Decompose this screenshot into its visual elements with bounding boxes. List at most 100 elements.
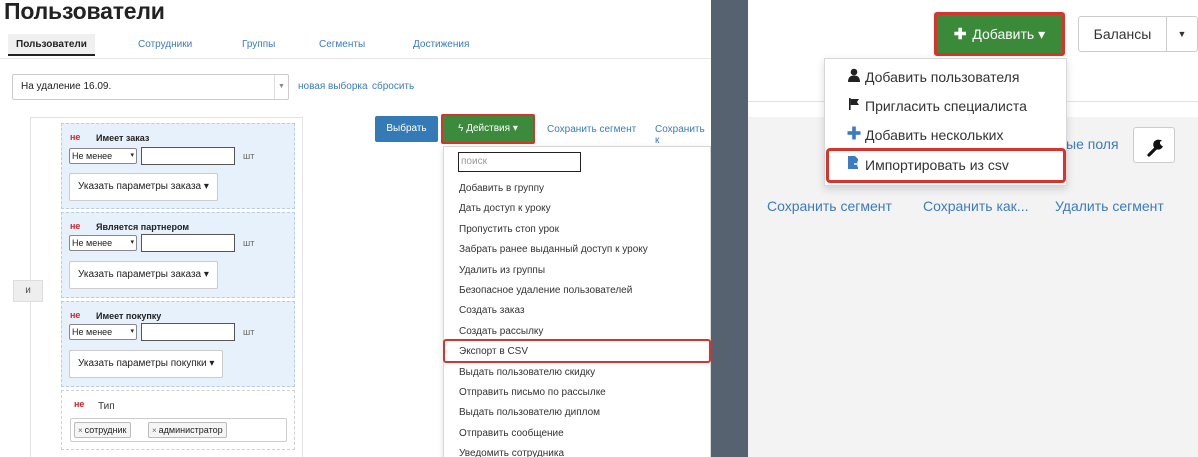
caret-down-icon: ▾ (1038, 26, 1046, 42)
remove-icon[interactable]: × (152, 426, 157, 435)
negation-toggle[interactable]: не (70, 132, 80, 142)
menu-item-notify-employee[interactable]: Уведомить сотрудника (459, 448, 564, 457)
lightning-icon: ϟ (458, 123, 464, 134)
menu-item-give-discount[interactable]: Выдать пользователю скидку (459, 367, 595, 378)
condition-is-partner: не Является партнером Не менее ▾ шт Указа… (61, 212, 295, 298)
purchase-params-label: Указать параметры покупки (78, 358, 207, 369)
condition-has-order: не Имеет заказ Не менее ▾ шт Указать пара… (61, 123, 295, 209)
plus-icon: ✚ (953, 26, 967, 43)
and-operator[interactable]: и (13, 280, 43, 302)
order-params-button[interactable]: Указать параметры заказа ▾ (69, 173, 218, 201)
condition-title: Имеет покупку (96, 311, 162, 321)
chevron-down-icon: ▾ (130, 152, 134, 159)
save-segment-link[interactable]: Сохранить сегмент (547, 124, 636, 135)
tab-segments[interactable]: Сегменты (319, 34, 365, 56)
balances-button[interactable]: Балансы (1078, 16, 1167, 52)
tab-achievements[interactable]: Достижения (413, 34, 469, 56)
caret-down-icon: ▾ (203, 269, 209, 280)
menu-item-remove-from-group[interactable]: Удалить из группы (459, 265, 545, 276)
tag-administrator[interactable]: × администратор (148, 422, 227, 438)
reset-link[interactable]: сбросить (372, 81, 414, 92)
caret-down-icon: ▾ (203, 181, 209, 192)
menu-item-label: Добавить пользователя (865, 69, 1020, 85)
actions-button-label: Действия (466, 123, 511, 134)
menu-item-skip-stop-lesson[interactable]: Пропустить стоп урок (459, 224, 559, 235)
tab-groups[interactable]: Группы (242, 34, 275, 56)
save-segment-link[interactable]: Сохранить сегмент (767, 198, 892, 214)
right-panel: ✚ Добавить ▾ Балансы ▼ ые поля Добавить … (748, 0, 1198, 457)
remove-icon[interactable]: × (78, 426, 83, 435)
caret-down-icon: ▾ (512, 123, 518, 134)
negation-toggle[interactable]: не (70, 310, 80, 320)
page-title: Пользователи (4, 0, 165, 24)
comparison-select[interactable]: Не менее ▾ (69, 324, 137, 340)
condition-has-purchase: не Имеет покупку Не менее ▾ шт Указать па… (61, 301, 295, 387)
menu-item-revoke-lesson-access[interactable]: Забрать ранее выданный доступ к уроку (459, 244, 648, 255)
tab-employees[interactable]: Сотрудники (138, 34, 192, 56)
actions-button[interactable]: ϟ Действия ▾ (441, 114, 535, 144)
tab-users[interactable]: Пользователи (8, 34, 95, 56)
tabs: Пользователи Сотрудники Группы Сегменты … (0, 34, 711, 58)
comparison-select[interactable]: Не менее ▾ (69, 235, 137, 251)
condition-title: Является партнером (96, 222, 189, 232)
chevron-down-icon: ▾ (130, 328, 134, 335)
menu-item-send-message[interactable]: Отправить сообщение (459, 428, 564, 439)
tag-label: администратор (158, 425, 223, 435)
quantity-input[interactable] (141, 323, 235, 341)
menu-item-create-mailing[interactable]: Создать рассылку (459, 326, 543, 337)
condition-title: Тип (98, 401, 115, 412)
negation-toggle[interactable]: не (70, 221, 80, 231)
flag-icon (845, 97, 863, 114)
save-as-link[interactable]: Сохранить как... (923, 198, 1028, 214)
left-panel: Пользователи Пользователи Сотрудники Гру… (0, 0, 711, 457)
menu-item-add-multiple[interactable]: Добавить нескольких (845, 126, 1003, 143)
user-icon (845, 68, 863, 85)
wrench-icon (1147, 139, 1163, 157)
quantity-input[interactable] (141, 147, 235, 165)
tag-label: сотрудник (84, 425, 127, 435)
delete-segment-link[interactable]: Удалить сегмент (1055, 198, 1164, 214)
actions-menu: поиск Добавить в группу Дать доступ к ур… (443, 146, 711, 457)
tabs-divider (0, 58, 711, 59)
caret-down-icon: ▾ (209, 358, 215, 369)
panel-divider (711, 0, 748, 457)
order-params-label: Указать параметры заказа (78, 181, 202, 192)
negation-toggle[interactable]: не (74, 399, 84, 409)
settings-button[interactable] (1133, 127, 1175, 163)
save-as-link[interactable]: Сохранить к (655, 124, 711, 146)
menu-item-invite-specialist[interactable]: Пригласить специалиста (845, 97, 1027, 114)
menu-item-add-user[interactable]: Добавить пользователя (845, 68, 1019, 85)
plus-icon (845, 126, 863, 143)
menu-item-safe-delete-users[interactable]: Безопасное удаление пользователей (459, 285, 632, 296)
actions-search-input[interactable]: поиск (458, 152, 581, 172)
import-csv-highlight (826, 148, 1066, 183)
comparison-select[interactable]: Не менее ▾ (69, 148, 137, 164)
select-button[interactable]: Выбрать (375, 116, 438, 142)
purchase-params-button[interactable]: Указать параметры покупки ▾ (69, 350, 224, 378)
caret-down-icon: ▼ (1177, 29, 1187, 39)
order-params-label: Указать параметры заказа (78, 269, 202, 280)
quantity-input[interactable] (141, 234, 235, 252)
condition-title: Имеет заказ (96, 133, 150, 143)
order-params-button[interactable]: Указать параметры заказа ▾ (69, 261, 218, 289)
add-button-label: Добавить (972, 26, 1035, 42)
menu-item-send-mailing-letter[interactable]: Отправить письмо по рассылке (459, 387, 606, 398)
balances-dropdown-toggle[interactable]: ▼ (1166, 16, 1198, 52)
unit-label: шт (243, 151, 255, 161)
segment-select-value: На удаление 16.09. (21, 81, 112, 92)
tag-employee[interactable]: × сотрудник (74, 422, 131, 438)
menu-item-create-order[interactable]: Создать заказ (459, 305, 525, 316)
chevron-down-icon: ▾ (130, 239, 134, 246)
chevron-down-icon: ▼ (274, 75, 288, 99)
menu-item-give-diploma[interactable]: Выдать пользователю диплом (459, 407, 600, 418)
menu-item-grant-lesson-access[interactable]: Дать доступ к уроку (459, 203, 551, 214)
comparison-select-value: Не менее (72, 151, 113, 161)
menu-item-label: Пригласить специалиста (865, 98, 1027, 114)
segment-select[interactable]: На удаление 16.09. ▼ (12, 74, 289, 100)
export-csv-highlight (443, 339, 711, 363)
new-selection-link[interactable]: новая выборка (298, 81, 368, 92)
add-button[interactable]: ✚ Добавить ▾ (934, 12, 1065, 56)
fields-link[interactable]: ые поля (1066, 136, 1119, 152)
type-tags-input[interactable]: × сотрудник × администратор (70, 418, 287, 442)
menu-item-add-to-group[interactable]: Добавить в группу (459, 183, 544, 194)
